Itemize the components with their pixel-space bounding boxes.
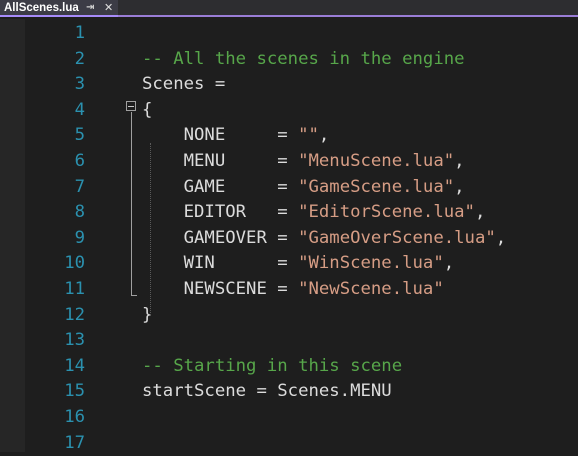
line-number: 12 — [64, 304, 85, 325]
line-number: 13 — [64, 330, 85, 351]
string-literal: "" — [298, 125, 319, 146]
fold-line — [131, 112, 132, 295]
string-literal: "GameScene.lua" — [298, 176, 455, 197]
pin-icon[interactable]: ⇥ — [86, 2, 94, 13]
line-code: -- All the scenes in the engine — [142, 47, 465, 73]
code-line[interactable]: 5 NONE = "", — [0, 123, 578, 149]
code-token: , — [474, 202, 486, 223]
line-number: 17 — [64, 432, 85, 453]
code-token: GAME = — [142, 176, 299, 197]
code-token: NONE = — [142, 125, 299, 146]
line-code: NONE = "", — [142, 123, 330, 149]
line-number: 10 — [64, 253, 85, 274]
indent-guide — [150, 143, 151, 315]
line-number: 1 — [74, 23, 85, 43]
code-token: Scenes = — [142, 74, 226, 95]
code-line[interactable]: 11 NEWSCENE = "NewScene.lua" — [0, 277, 578, 303]
line-number: 11 — [64, 279, 85, 299]
code-line[interactable]: 15 startScene = Scenes.MENU — [0, 379, 578, 405]
code-token: , — [495, 227, 507, 248]
code-token: MENU = — [142, 151, 299, 171]
string-literal: "NewScene.lua" — [298, 279, 444, 299]
line-code: WIN = "WinScene.lua", — [142, 251, 455, 277]
code-line[interactable]: 8 EDITOR = "EditorScene.lua", — [0, 200, 578, 226]
code-token: NEWSCENE = — [142, 279, 299, 299]
code-line[interactable]: 6 MENU = "MenuScene.lua", — [0, 149, 578, 175]
line-code: -- Starting in this scene — [142, 354, 402, 380]
code-editor[interactable]: 1 2 -- All the scenes in the engine 3 Scenes… — [0, 19, 578, 453]
line-number: 7 — [74, 176, 85, 197]
code-line[interactable]: 2 -- All the scenes in the engine — [0, 47, 578, 73]
line-code: GAMEOVER = "GameOverScene.lua", — [142, 226, 507, 252]
code-comment: -- All the scenes in the engine — [142, 48, 465, 69]
code-line[interactable]: 3 Scenes = — [0, 72, 578, 98]
tab-label: AllScenes.lua — [4, 1, 79, 14]
line-number: 3 — [74, 74, 85, 95]
code-token: { — [142, 99, 153, 120]
line-code: MENU = "MenuScene.lua", — [142, 149, 465, 175]
line-code: NEWSCENE = "NewScene.lua" — [142, 277, 444, 303]
code-line[interactable]: 4{ — [0, 98, 578, 124]
line-code: EDITOR = "EditorScene.lua", — [142, 200, 486, 226]
code-token: , — [454, 176, 465, 197]
code-line[interactable]: 12} — [0, 303, 578, 329]
line-number: 4 — [74, 99, 85, 120]
code-line[interactable]: 1 — [0, 21, 578, 47]
code-line[interactable]: 14 -- Starting in this scene — [0, 354, 578, 380]
code-line[interactable]: 9 GAMEOVER = "GameOverScene.lua", — [0, 226, 578, 252]
code-token: EDITOR = — [142, 202, 299, 223]
string-literal: "GameOverScene.lua" — [298, 227, 496, 248]
line-code: GAME = "GameScene.lua", — [142, 175, 465, 201]
line-number: 8 — [74, 202, 85, 223]
line-number: 14 — [64, 355, 85, 376]
code-line[interactable]: 7 GAME = "GameScene.lua", — [0, 175, 578, 201]
line-code: { — [142, 98, 152, 124]
fold-end — [131, 295, 137, 296]
line-code: Scenes = — [142, 72, 225, 98]
code-token: WIN = — [142, 253, 299, 274]
tab-allscenes[interactable]: AllScenes.lua ⇥ ✕ — [0, 0, 118, 17]
code-token: , — [454, 151, 465, 171]
code-comment: -- Starting in this scene — [142, 355, 403, 376]
line-number: 2 — [74, 48, 85, 69]
code-line[interactable]: 10 WIN = "WinScene.lua", — [0, 251, 578, 277]
collapse-icon[interactable] — [126, 101, 136, 111]
line-number: 16 — [64, 407, 85, 427]
string-literal: "MenuScene.lua" — [298, 151, 455, 171]
tab-bar: AllScenes.lua ⇥ ✕ — [0, 0, 578, 17]
line-number: 9 — [74, 227, 85, 248]
line-number: 5 — [74, 125, 85, 146]
code-token: , — [318, 125, 330, 146]
line-number: 15 — [64, 381, 85, 402]
string-literal: "WinScene.lua" — [298, 253, 444, 274]
string-literal: "EditorScene.lua" — [298, 202, 475, 223]
close-icon[interactable]: ✕ — [104, 1, 113, 14]
code-line[interactable]: 16 — [0, 405, 578, 431]
code-token: GAMEOVER = — [142, 227, 299, 248]
line-code: startScene = Scenes.MENU — [142, 379, 392, 405]
line-number: 6 — [74, 151, 85, 171]
code-line[interactable]: 17 — [0, 431, 578, 456]
code-line[interactable]: 13 — [0, 328, 578, 354]
code-token: startScene = Scenes.MENU — [142, 381, 392, 402]
code-token: , — [443, 253, 455, 274]
